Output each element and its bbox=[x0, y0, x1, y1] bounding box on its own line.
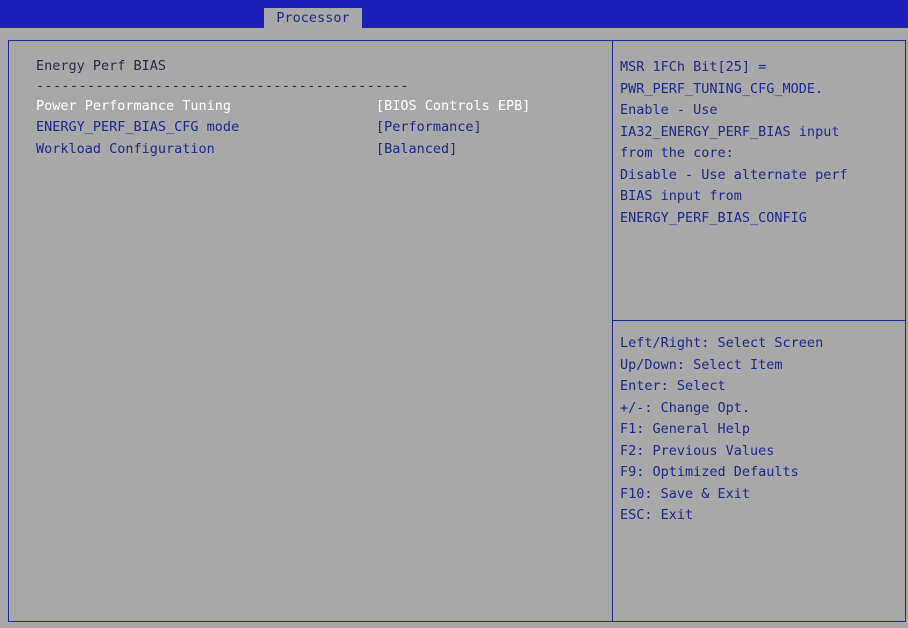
key-legend-panel: Left/Right: Select Screen Up/Down: Selec… bbox=[620, 333, 823, 527]
title-separator: ----------------------------------------… bbox=[36, 78, 410, 94]
help-line: ENERGY_PERF_BIAS_CONFIG bbox=[620, 209, 807, 226]
setting-workload-configuration[interactable]: Workload Configuration [Balanced] bbox=[36, 139, 596, 160]
setting-value[interactable]: [Performance] bbox=[376, 117, 482, 138]
help-line: BIAS input from bbox=[620, 188, 742, 204]
setting-label: Power Performance Tuning bbox=[36, 98, 232, 114]
key-hint: Left/Right: Select Screen bbox=[620, 335, 824, 351]
page-title: Energy Perf BIAS bbox=[36, 58, 167, 74]
key-hint: ESC: Exit bbox=[620, 507, 694, 523]
help-line: from the core: bbox=[620, 145, 734, 161]
setting-label: Workload Configuration bbox=[36, 141, 215, 157]
help-line: PWR_PERF_TUNING_CFG_MODE. bbox=[620, 80, 824, 97]
key-hint: F10: Save & Exit bbox=[620, 485, 751, 502]
key-hint: F1: General Help bbox=[620, 421, 751, 437]
help-text-panel: MSR 1FCh Bit[25] = PWR_PERF_TUNING_CFG_M… bbox=[620, 57, 900, 229]
setting-energy-perf-bias-cfg-mode[interactable]: ENERGY_PERF_BIAS_CFG mode [Performance] bbox=[36, 117, 596, 138]
help-line: Disable - Use alternate perf bbox=[620, 166, 848, 183]
key-hint: Enter: Select bbox=[620, 378, 726, 394]
help-line: IA32_ENERGY_PERF_BIAS input bbox=[620, 123, 840, 140]
panel-divider-horizontal bbox=[612, 320, 906, 321]
help-line: Enable - Use bbox=[620, 102, 718, 118]
key-hint: +/-: Change Opt. bbox=[620, 399, 751, 416]
setting-value[interactable]: [BIOS Controls EPB] bbox=[376, 96, 530, 117]
panel-divider-vertical bbox=[612, 40, 613, 622]
top-bar: Processor bbox=[0, 0, 908, 28]
setting-power-performance-tuning[interactable]: Power Performance Tuning [BIOS Controls … bbox=[36, 96, 596, 117]
help-line: MSR 1FCh Bit[25] = bbox=[620, 59, 767, 75]
key-hint: F2: Previous Values bbox=[620, 442, 775, 459]
tab-processor[interactable]: Processor bbox=[264, 8, 362, 28]
setting-value[interactable]: [Balanced] bbox=[376, 139, 457, 160]
key-hint: F9: Optimized Defaults bbox=[620, 464, 799, 480]
setting-label: ENERGY_PERF_BIAS_CFG mode bbox=[36, 119, 240, 135]
key-hint: Up/Down: Select Item bbox=[620, 356, 783, 373]
